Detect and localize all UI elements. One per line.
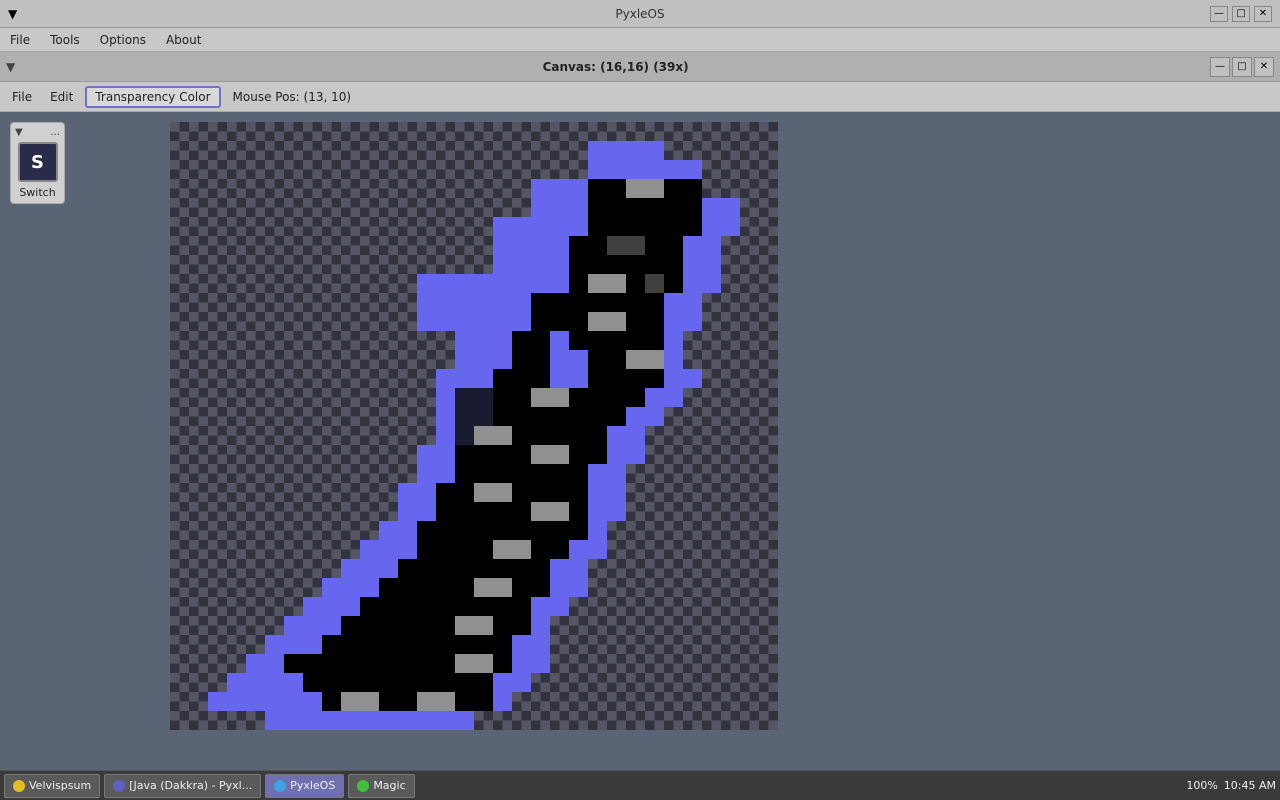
- canvas-title: Canvas: (16,16) (39x): [21, 60, 1210, 74]
- minimize-button[interactable]: —: [1210, 6, 1228, 22]
- canvas-titlebar: ▼ Canvas: (16,16) (39x) — □ ✕: [0, 52, 1280, 82]
- pixel-canvas[interactable]: [170, 122, 778, 730]
- canvas-area[interactable]: [160, 112, 1280, 786]
- taskbar-label-magic: Magic: [373, 779, 405, 792]
- taskbar-java[interactable]: [Java (Dakkra) - Pyxl...: [104, 774, 261, 798]
- close-button[interactable]: ✕: [1254, 6, 1272, 22]
- taskbar-label-java: [Java (Dakkra) - Pyxl...: [129, 779, 252, 792]
- toolbar-file[interactable]: File: [6, 88, 38, 106]
- taskbar-pyxleos[interactable]: PyxleOS: [265, 774, 344, 798]
- menu-options[interactable]: Options: [94, 31, 152, 49]
- canvas-window: ▼ Canvas: (16,16) (39x) — □ ✕ File Edit …: [0, 52, 1280, 786]
- titlebar-arrow[interactable]: ▼: [8, 7, 17, 21]
- app-title: PyxleOS: [615, 7, 664, 21]
- titlebar: ▼ PyxleOS — □ ✕: [0, 0, 1280, 28]
- menu-about[interactable]: About: [160, 31, 207, 49]
- switch-tool-header: ▼ ...: [15, 127, 60, 138]
- taskbar-dot-magic: [357, 780, 369, 792]
- taskbar-dot-velvispsum: [13, 780, 25, 792]
- main-area: ▼ ... S Switch: [0, 112, 1280, 786]
- maximize-button[interactable]: □: [1232, 6, 1250, 22]
- toolbar-edit[interactable]: Edit: [44, 88, 79, 106]
- taskbar-battery: 100%: [1186, 779, 1217, 792]
- switch-tool-dots: ...: [50, 127, 60, 138]
- switch-tool-icon-button[interactable]: S: [18, 142, 58, 182]
- taskbar-time: 10:45 AM: [1224, 779, 1276, 792]
- menu-tools[interactable]: Tools: [44, 31, 86, 49]
- mouse-position: Mouse Pos: (13, 10): [233, 90, 352, 104]
- canvas-maximize-button[interactable]: □: [1232, 57, 1252, 77]
- menu-file[interactable]: File: [4, 31, 36, 49]
- taskbar-right: 100% 10:45 AM: [1186, 779, 1276, 792]
- switch-letter-icon: S: [31, 152, 44, 173]
- menubar: File Tools Options About: [0, 28, 1280, 52]
- canvas-minimize-button[interactable]: —: [1210, 57, 1230, 77]
- taskbar-dot-pyxleos: [274, 780, 286, 792]
- switch-tool-arrow: ▼: [15, 127, 23, 138]
- left-panel: ▼ ... S Switch: [0, 112, 160, 786]
- taskbar-label-pyxleos: PyxleOS: [290, 779, 335, 792]
- canvas-window-icon[interactable]: ▼: [6, 60, 15, 74]
- canvas-close-button[interactable]: ✕: [1254, 57, 1274, 77]
- taskbar-magic[interactable]: Magic: [348, 774, 414, 798]
- toolbar: File Edit Transparency Color Mouse Pos: …: [0, 82, 1280, 112]
- taskbar-dot-java: [113, 780, 125, 792]
- switch-tool-widget: ▼ ... S Switch: [10, 122, 65, 204]
- canvas-window-controls: — □ ✕: [1210, 57, 1274, 77]
- titlebar-controls: — □ ✕: [1210, 6, 1272, 22]
- taskbar-velvispsum[interactable]: Velvispsum: [4, 774, 100, 798]
- taskbar-label-velvispsum: Velvispsum: [29, 779, 91, 792]
- taskbar: Velvispsum [Java (Dakkra) - Pyxl... Pyxl…: [0, 770, 1280, 800]
- transparency-color-button[interactable]: Transparency Color: [85, 86, 220, 108]
- switch-tool-label: Switch: [19, 186, 55, 199]
